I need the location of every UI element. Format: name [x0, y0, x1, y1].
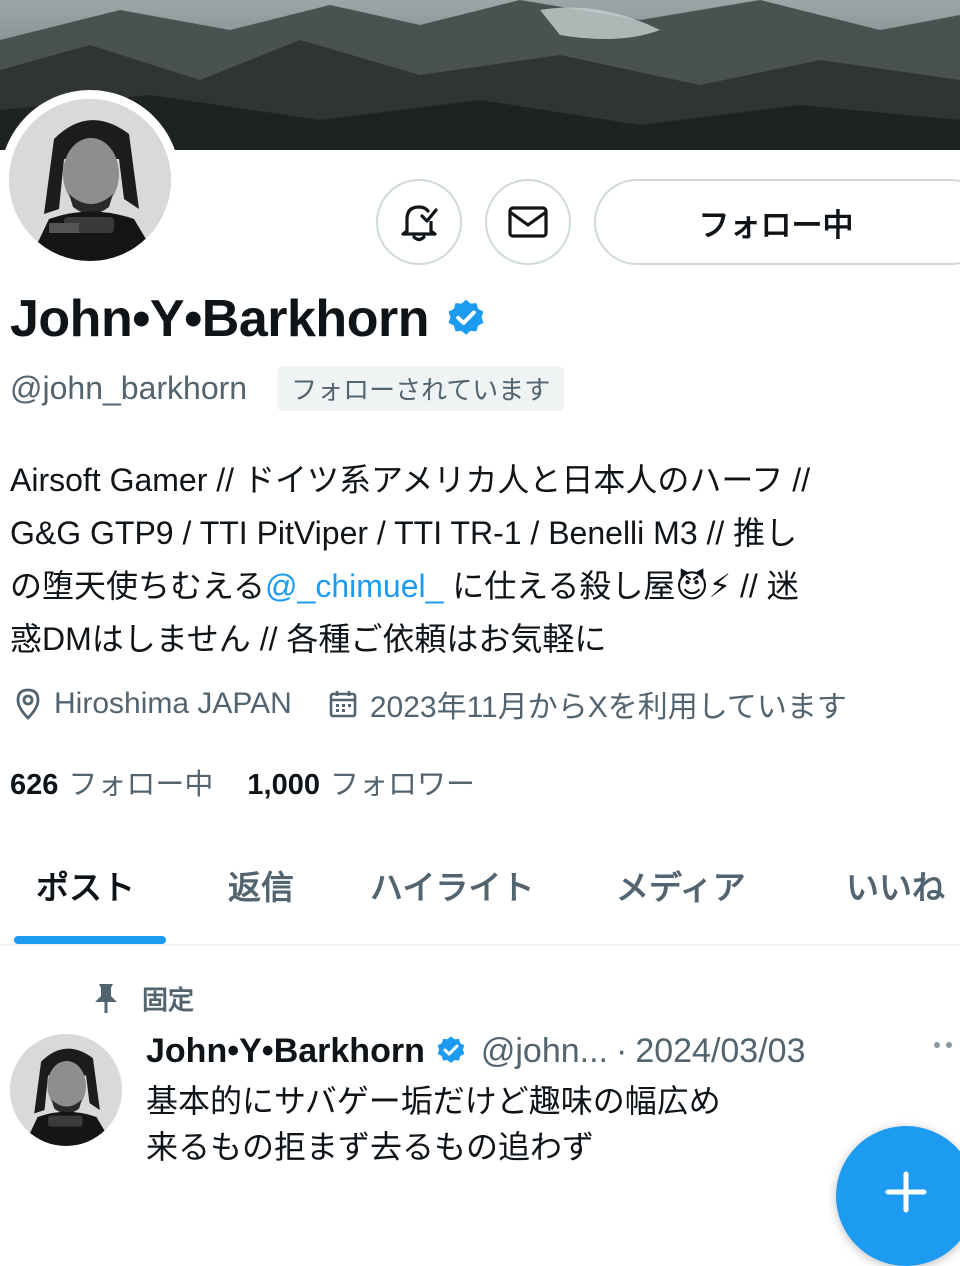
tab-media[interactable]: メディア: [616, 830, 746, 940]
follows-you-badge: フォローされています: [277, 365, 565, 411]
bio-line: の堕天使ちむえる@_chimuel_ に仕える殺し屋😈⚡ // 迷: [10, 560, 955, 613]
bell-check-icon: [401, 205, 438, 242]
profile-bio: Airsoft Gamer // ドイツ系アメリカ人と日本人のハーフ // G&…: [10, 454, 955, 666]
bio-line: Airsoft Gamer // ドイツ系アメリカ人と日本人のハーフ //: [10, 462, 811, 498]
divider: [0, 944, 960, 946]
bio-line: G&G GTP9 / TTI PitViper / TTI TR-1 / Ben…: [10, 515, 798, 551]
handle: @john_barkhorn: [10, 369, 248, 406]
display-name: John•Y•Barkhorn: [10, 290, 429, 348]
separator: ·: [615, 1031, 628, 1070]
profile-meta: Hiroshima JAPAN 2023年11月からXを利用しています: [14, 682, 847, 726]
follow-stats: 626 フォロー中 1,000 フォロワー: [10, 760, 475, 804]
bio-line: 惑DMはしません // 各種ご依頼はお気軽に: [10, 621, 607, 657]
message-button[interactable]: [485, 179, 571, 265]
tab-likes[interactable]: いいね: [846, 830, 945, 940]
profile-handle-row: @john_barkhorn フォローされています: [10, 365, 565, 411]
tab-highlights[interactable]: ハイライト: [370, 830, 534, 940]
more-options-icon[interactable]: [934, 1042, 952, 1048]
following-stat[interactable]: 626 フォロー中: [10, 761, 213, 803]
pinned-indicator: 固定: [92, 978, 194, 1018]
profile-photo: [9, 99, 171, 261]
mention-link[interactable]: @_chimuel_: [265, 568, 443, 604]
post-author-name[interactable]: John•Y•Barkhorn: [146, 1032, 425, 1071]
profile-photo: [10, 1034, 122, 1146]
post-avatar[interactable]: [10, 1034, 122, 1146]
followers-stat[interactable]: 1,000 フォロワー: [247, 761, 475, 803]
tab-replies[interactable]: 返信: [228, 830, 294, 940]
active-tab-indicator: [14, 936, 166, 944]
join-date-text: 2023年11月からXを利用しています: [369, 691, 847, 724]
following-label: フォロー中: [68, 769, 214, 801]
tab-posts[interactable]: ポスト: [36, 830, 135, 940]
profile-tabs: ポスト 返信 ハイライト メディア いいね: [0, 830, 960, 944]
calendar-icon: [329, 691, 357, 718]
post-header: John•Y•Barkhorn @john... · 2024/03/03: [146, 1028, 805, 1074]
following-button-label: フォロー中: [698, 207, 854, 244]
notifications-button[interactable]: [376, 179, 462, 265]
location-pin-icon: [16, 688, 40, 720]
compose-button[interactable]: [836, 1126, 960, 1266]
followers-count: 1,000: [247, 769, 320, 801]
followers-label: フォロワー: [329, 769, 475, 801]
avatar[interactable]: [9, 99, 171, 261]
post-author-handle[interactable]: @john...: [481, 1032, 608, 1071]
location: Hiroshima JAPAN: [14, 687, 292, 721]
following-button[interactable]: フォロー中: [594, 179, 960, 265]
profile-name-row: John•Y•Barkhorn: [10, 286, 487, 352]
join-date: 2023年11月からXを利用しています: [328, 682, 847, 726]
post-date[interactable]: 2024/03/03: [635, 1032, 805, 1071]
location-text: Hiroshima JAPAN: [54, 687, 292, 720]
pinned-label: 固定: [142, 985, 195, 1016]
following-count: 626: [10, 769, 59, 801]
pin-icon: [95, 984, 117, 1013]
post-text-line: 来るもの拒まず去るもの追わず: [146, 1128, 595, 1166]
bio-text: に仕える殺し屋😈⚡ // 迷: [443, 568, 799, 604]
post-text: 基本的にサバゲー垢だけど趣味の幅広め 来るもの拒まず去るもの追わず: [146, 1078, 946, 1170]
plus-icon: [885, 1171, 927, 1213]
verified-badge-icon: [437, 1036, 465, 1063]
post-text-line: 基本的にサバゲー垢だけど趣味の幅広め: [146, 1082, 721, 1120]
envelope-icon: [508, 206, 548, 238]
bio-text: の堕天使ちむえる: [10, 568, 266, 604]
verified-badge-icon[interactable]: [445, 298, 487, 340]
